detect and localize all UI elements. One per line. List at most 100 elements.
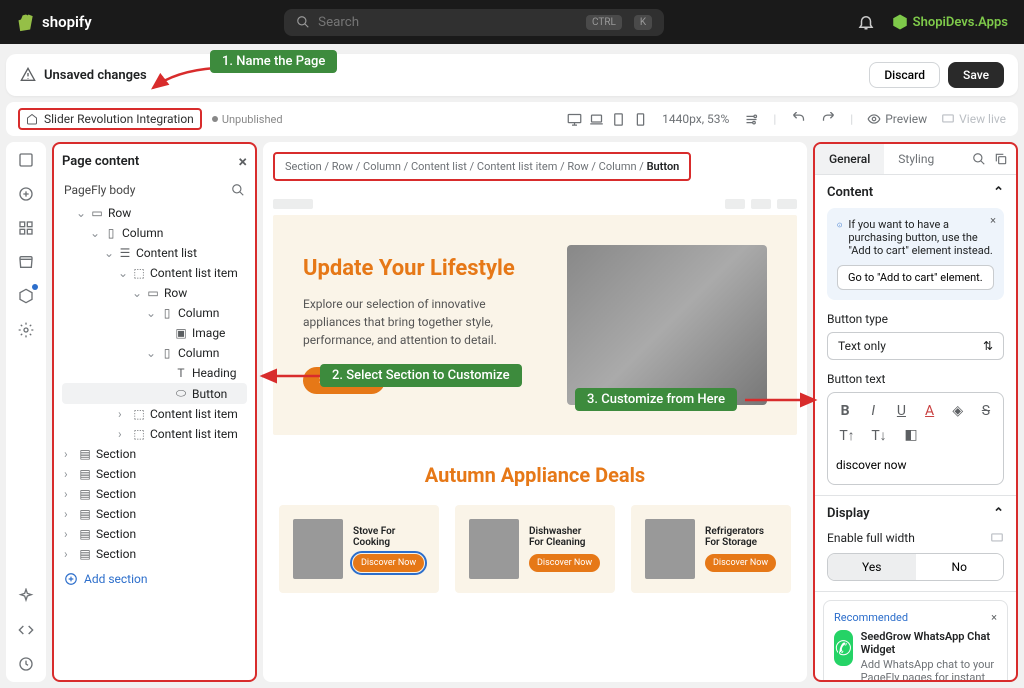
card-image: [645, 519, 695, 579]
discover-button[interactable]: Discover Now: [529, 554, 600, 572]
add-section-button[interactable]: Add section: [62, 564, 247, 594]
tree-section[interactable]: ›▤Section: [62, 524, 247, 544]
device-override-icon[interactable]: [990, 531, 1004, 545]
highlight-icon[interactable]: ◈: [949, 403, 967, 419]
reco-title: SeedGrow WhatsApp Chat Widget: [861, 630, 997, 656]
button-type-select[interactable]: Text only⇅: [827, 332, 1004, 360]
zoom-level[interactable]: 1440px, 53%: [662, 112, 729, 126]
rail-archive-icon[interactable]: [16, 252, 36, 272]
full-width-toggle[interactable]: Yes No: [827, 553, 1004, 581]
hero-title: Update Your Lifestyle: [303, 256, 537, 281]
rail-code-icon[interactable]: [16, 620, 36, 640]
tablet-icon[interactable]: [610, 111, 626, 127]
close-icon[interactable]: ×: [990, 214, 996, 227]
shopify-logo: shopify: [16, 12, 92, 32]
topbar: shopify CTRL K ShopiDevs.Apps: [0, 0, 1024, 44]
tree-row[interactable]: ⌄▭Row: [62, 283, 247, 303]
rail-plus-icon[interactable]: [16, 184, 36, 204]
deal-card-2[interactable]: DishwasherFor CleaningDiscover Now: [455, 505, 615, 593]
deal-card-3[interactable]: RefrigeratorsFor StorageDiscover Now: [631, 505, 791, 593]
search-icon[interactable]: [972, 152, 986, 166]
full-width-label: Enable full width: [827, 531, 915, 545]
callout-2: 2. Select Section to Customize: [320, 364, 522, 387]
rail-layout-icon[interactable]: [16, 150, 36, 170]
rail-package-icon[interactable]: [16, 286, 36, 306]
discard-button[interactable]: Discard: [869, 62, 940, 88]
desktop-icon[interactable]: [566, 111, 582, 127]
close-icon[interactable]: ×: [991, 611, 997, 624]
bold-icon[interactable]: B: [836, 403, 854, 419]
rail-sparkle-icon[interactable]: [16, 586, 36, 606]
page-name-field[interactable]: Slider Revolution Integration: [18, 108, 202, 130]
close-icon[interactable]: ×: [239, 152, 248, 171]
kbd-k: K: [634, 15, 652, 30]
whatsapp-icon: ✆: [834, 630, 853, 666]
tree-row[interactable]: ⌄▭Row: [62, 203, 247, 223]
tree-section[interactable]: ›▤Section: [62, 444, 247, 464]
hero-image: [567, 245, 767, 405]
text-format-toolbar: B I U A ◈ S T↑ T↓ ◧: [827, 392, 1004, 485]
page-content-panel: Page content × PageFly body ⌄▭Row ⌄▯Colu…: [52, 142, 257, 682]
content-section-header[interactable]: Content⌃: [827, 185, 1004, 200]
settings-icon[interactable]: [743, 111, 759, 127]
bell-icon[interactable]: [857, 13, 875, 31]
redo-icon[interactable]: [820, 111, 836, 127]
tree-content-list-item[interactable]: ›⬚Content list item: [62, 404, 247, 424]
yes-option[interactable]: Yes: [828, 554, 916, 580]
italic-icon[interactable]: I: [864, 403, 882, 419]
tree-content-list-item[interactable]: ⌄⬚Content list item: [62, 263, 247, 283]
tree-section[interactable]: ›▤Section: [62, 484, 247, 504]
tree-body-label: PageFly body: [64, 183, 135, 197]
preview-button[interactable]: Preview: [867, 112, 927, 126]
deal-card-1[interactable]: Stove ForCookingDiscover Now: [279, 505, 439, 593]
laptop-icon[interactable]: [588, 111, 604, 127]
rail-gear-icon[interactable]: [16, 320, 36, 340]
view-live-button: View live: [941, 112, 1006, 126]
search-icon: [296, 15, 310, 29]
tab-styling[interactable]: Styling: [884, 144, 948, 174]
app-menu[interactable]: ShopiDevs.Apps: [891, 13, 1008, 31]
breadcrumb[interactable]: Section / Row / Column / Content list / …: [273, 152, 691, 181]
goto-addtocart-button[interactable]: Go to "Add to cart" element.: [837, 265, 994, 290]
tree-section[interactable]: ›▤Section: [62, 544, 247, 564]
tree-content-list[interactable]: ⌄☰Content list: [62, 243, 247, 263]
save-button[interactable]: Save: [948, 62, 1004, 88]
button-text-label: Button text: [827, 372, 1004, 386]
strike-icon[interactable]: S: [977, 403, 995, 419]
publish-status: Unpublished: [212, 113, 283, 126]
no-option[interactable]: No: [916, 554, 1004, 580]
discover-button[interactable]: Discover Now: [353, 554, 424, 572]
clear-format-icon[interactable]: ◧: [900, 427, 922, 444]
discover-button[interactable]: Discover Now: [705, 554, 776, 572]
tree-column[interactable]: ⌄▯Column: [62, 343, 247, 363]
button-text-input[interactable]: [834, 452, 997, 478]
tree-image[interactable]: ▣Image: [62, 323, 247, 343]
display-section-header[interactable]: Display⌃: [827, 506, 1004, 521]
tree-section[interactable]: ›▤Section: [62, 504, 247, 524]
tab-general[interactable]: General: [815, 144, 884, 174]
callout-3: 3. Customize from Here: [575, 388, 737, 411]
undo-icon[interactable]: [790, 111, 806, 127]
underline-icon[interactable]: U: [892, 403, 910, 419]
tree-content-list-item[interactable]: ›⬚Content list item: [62, 424, 247, 444]
tree-heading[interactable]: THeading: [62, 363, 247, 383]
search-icon[interactable]: [231, 183, 245, 197]
tree-button-selected[interactable]: ⬭Button: [62, 383, 247, 404]
lowercase-icon[interactable]: T↓: [868, 427, 890, 444]
text-color-icon[interactable]: A: [921, 403, 939, 419]
rail-history-icon[interactable]: [16, 654, 36, 674]
mobile-icon[interactable]: [632, 111, 648, 127]
search-input[interactable]: [318, 15, 574, 30]
copy-icon[interactable]: [994, 152, 1008, 166]
rail-grid-icon[interactable]: [16, 218, 36, 238]
tree-column[interactable]: ⌄▯Column: [62, 223, 247, 243]
tree-section[interactable]: ›▤Section: [62, 464, 247, 484]
properties-panel: General Styling Content⌃ × If you want t…: [813, 142, 1018, 682]
uppercase-icon[interactable]: T↑: [836, 427, 858, 444]
kbd-ctrl: CTRL: [586, 15, 622, 30]
info-callout: × If you want to have a purchasing butto…: [827, 208, 1004, 300]
button-type-label: Button type: [827, 312, 1004, 326]
tree-column[interactable]: ⌄▯Column: [62, 303, 247, 323]
global-search[interactable]: CTRL K: [284, 9, 664, 36]
reco-sub: Add WhatsApp chat to your PageFly pages …: [861, 658, 997, 682]
